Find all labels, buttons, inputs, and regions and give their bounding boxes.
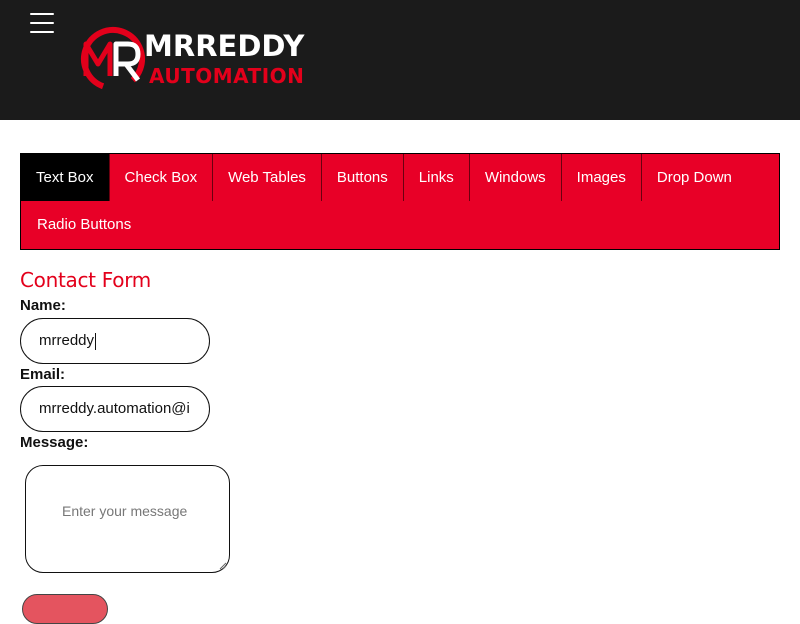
contact-form-title: Contact Form [20,268,151,292]
name-input-value: mrreddy [39,332,95,349]
name-input[interactable]: mrreddy [20,318,210,364]
email-input[interactable]: mrreddy.automation@i [20,386,210,432]
text-cursor [95,332,97,350]
menu-bar-top [30,13,54,15]
tab-images[interactable]: Images [562,154,642,201]
tab-web-tables[interactable]: Web Tables [213,154,322,201]
brand-subtitle: AUTOMATION [149,64,305,88]
message-placeholder: Enter your message [62,503,188,519]
message-label: Message: [20,434,89,451]
menu-bar-bottom [30,31,54,33]
brand-name: MRREDDY [144,29,305,63]
message-textarea[interactable]: Enter your message [25,465,230,573]
menu-bar-middle [30,22,54,24]
tab-buttons[interactable]: Buttons [322,154,404,201]
resize-grip-icon[interactable] [219,562,227,570]
mr-monogram-icon [81,27,145,91]
submit-button[interactable] [22,594,108,624]
nav-row-1: Text Box Check Box Web Tables Buttons Li… [21,154,747,201]
email-label: Email: [20,366,66,383]
tab-windows[interactable]: Windows [470,154,562,201]
tab-text-box[interactable]: Text Box [21,154,110,201]
brand-logo[interactable]: MRREDDY AUTOMATION [78,24,318,94]
tab-links[interactable]: Links [404,154,470,201]
hamburger-menu-icon[interactable] [30,13,55,35]
tab-drop-down[interactable]: Drop Down [642,154,747,201]
name-label: Name: [20,297,66,314]
nav-row-2: Radio Buttons [21,201,146,248]
email-input-value: mrreddy.automation@i [39,400,190,417]
site-header: MRREDDY AUTOMATION [0,0,800,120]
tab-navigation: Text Box Check Box Web Tables Buttons Li… [20,153,780,250]
tab-radio-buttons[interactable]: Radio Buttons [21,201,146,248]
tab-check-box[interactable]: Check Box [110,154,214,201]
